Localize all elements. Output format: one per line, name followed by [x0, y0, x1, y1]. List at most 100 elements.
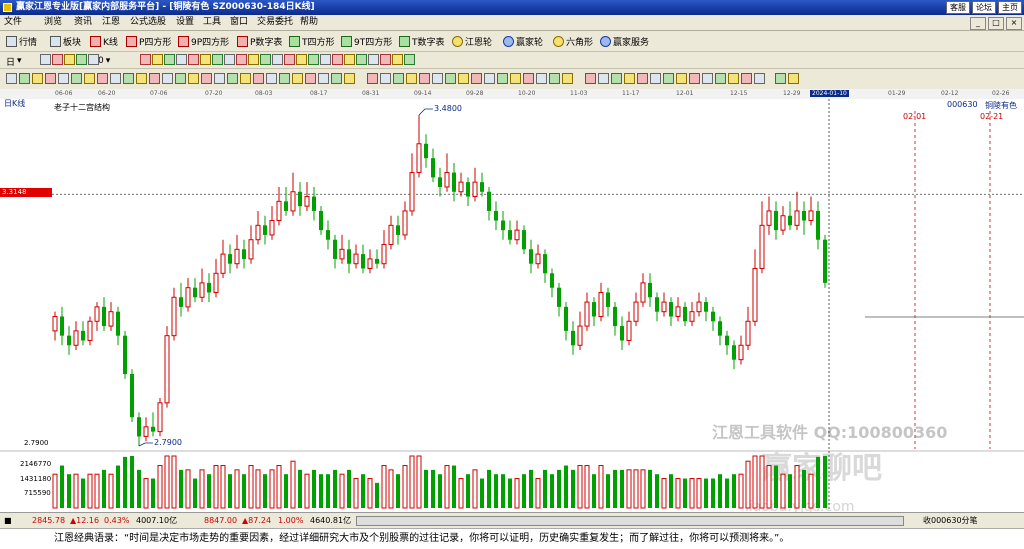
draw-tool-icon[interactable] — [123, 73, 134, 84]
tool-icon[interactable] — [236, 54, 247, 65]
link-forum[interactable]: 论坛 — [972, 1, 996, 14]
draw-tool-icon[interactable] — [253, 73, 264, 84]
draw-tool-icon[interactable] — [754, 73, 765, 84]
draw-tool-icon[interactable] — [149, 73, 160, 84]
draw-tool-icon[interactable] — [419, 73, 430, 84]
draw-tool-icon[interactable] — [585, 73, 596, 84]
draw-tool-icon[interactable] — [318, 73, 329, 84]
draw-tool-icon[interactable] — [110, 73, 121, 84]
tool-icon[interactable] — [296, 54, 307, 65]
count-dropdown[interactable]: 0 ▾ — [98, 54, 110, 68]
tool-icon[interactable] — [64, 54, 75, 65]
tool-icon[interactable] — [140, 54, 151, 65]
draw-tool-icon[interactable] — [136, 73, 147, 84]
p-number-table-button[interactable]: P数字表 — [237, 34, 282, 48]
gann-wheel-button[interactable]: 江恩轮 — [452, 34, 492, 48]
tool-icon[interactable] — [380, 54, 391, 65]
draw-tool-icon[interactable] — [32, 73, 43, 84]
sector-button[interactable]: 板块 — [50, 34, 81, 48]
draw-tool-icon[interactable] — [663, 73, 674, 84]
draw-tool-icon[interactable] — [393, 73, 404, 84]
draw-tool-icon[interactable] — [175, 73, 186, 84]
draw-tool-icon[interactable] — [201, 73, 212, 84]
draw-tool-icon[interactable] — [188, 73, 199, 84]
draw-tool-icon[interactable] — [97, 73, 108, 84]
draw-tool-icon[interactable] — [227, 73, 238, 84]
tool-icon[interactable] — [308, 54, 319, 65]
draw-tool-icon[interactable] — [331, 73, 342, 84]
menu-formula[interactable]: 公式选股 — [130, 15, 166, 30]
tool-icon[interactable] — [320, 54, 331, 65]
draw-tool-icon[interactable] — [637, 73, 648, 84]
draw-tool-icon[interactable] — [715, 73, 726, 84]
tool-icon[interactable] — [248, 54, 259, 65]
link-home[interactable]: 主页 — [998, 1, 1022, 14]
link-service[interactable]: 客服 — [946, 1, 970, 14]
menu-trade[interactable]: 交易委托 — [257, 15, 293, 30]
draw-tool-icon[interactable] — [19, 73, 30, 84]
draw-tool-icon[interactable] — [676, 73, 687, 84]
p-square-button[interactable]: P四方形 — [126, 34, 171, 48]
tool-icon[interactable] — [152, 54, 163, 65]
tool-icon[interactable] — [88, 54, 99, 65]
draw-tool-icon[interactable] — [702, 73, 713, 84]
draw-tool-icon[interactable] — [292, 73, 303, 84]
draw-tool-icon[interactable] — [523, 73, 534, 84]
draw-tool-icon[interactable] — [741, 73, 752, 84]
tool-icon[interactable] — [164, 54, 175, 65]
tool-icon[interactable] — [392, 54, 403, 65]
tool-icon[interactable] — [284, 54, 295, 65]
menu-window[interactable]: 窗口 — [230, 15, 248, 30]
draw-tool-icon[interactable] — [45, 73, 56, 84]
draw-tool-icon[interactable] — [214, 73, 225, 84]
draw-tool-icon[interactable] — [598, 73, 609, 84]
draw-tool-icon[interactable] — [497, 73, 508, 84]
draw-tool-icon[interactable] — [445, 73, 456, 84]
tool-icon[interactable] — [212, 54, 223, 65]
menu-gann[interactable]: 江恩 — [102, 15, 120, 30]
winner-service-button[interactable]: 赢家服务 — [600, 34, 649, 48]
tool-icon[interactable] — [368, 54, 379, 65]
quote-button[interactable]: 行情 — [6, 34, 37, 48]
draw-tool-icon[interactable] — [484, 73, 495, 84]
menu-settings[interactable]: 设置 — [176, 15, 194, 30]
draw-tool-icon[interactable] — [380, 73, 391, 84]
tool-icon[interactable] — [404, 54, 415, 65]
draw-tool-icon[interactable] — [367, 73, 378, 84]
9p-square-button[interactable]: 9P四方形 — [178, 34, 229, 48]
draw-tool-icon[interactable] — [549, 73, 560, 84]
candlestick-chart[interactable] — [0, 89, 1024, 511]
draw-tool-icon[interactable] — [71, 73, 82, 84]
draw-tool-icon[interactable] — [611, 73, 622, 84]
tick-data-label[interactable]: 收000630分笔 — [923, 513, 978, 529]
minimize-button[interactable]: _ — [970, 17, 986, 30]
tool-icon[interactable] — [344, 54, 355, 65]
draw-tool-icon[interactable] — [6, 73, 17, 84]
draw-tool-icon[interactable] — [471, 73, 482, 84]
period-dropdown[interactable]: 日 ▾ — [6, 54, 22, 68]
draw-tool-icon[interactable] — [562, 73, 573, 84]
tool-icon[interactable] — [40, 54, 51, 65]
draw-tool-icon[interactable] — [728, 73, 739, 84]
draw-tool-icon[interactable] — [406, 73, 417, 84]
tool-icon[interactable] — [188, 54, 199, 65]
winner-wheel-button[interactable]: 赢家轮 — [503, 34, 543, 48]
draw-tool-icon[interactable] — [344, 73, 355, 84]
menu-browse[interactable]: 浏览 — [44, 15, 62, 30]
t-number-table-button[interactable]: T数字表 — [399, 34, 445, 48]
maximize-button[interactable]: □ — [988, 17, 1004, 30]
hexagon-button[interactable]: 六角形 — [553, 34, 593, 48]
tool-icon[interactable] — [200, 54, 211, 65]
t-square-button[interactable]: T四方形 — [289, 34, 335, 48]
draw-tool-icon[interactable] — [84, 73, 95, 84]
draw-tool-icon[interactable] — [432, 73, 443, 84]
tool-icon[interactable] — [176, 54, 187, 65]
draw-tool-icon[interactable] — [689, 73, 700, 84]
menu-help[interactable]: 帮助 — [300, 15, 318, 30]
draw-tool-icon[interactable] — [266, 73, 277, 84]
draw-tool-icon[interactable] — [58, 73, 69, 84]
draw-tool-icon[interactable] — [624, 73, 635, 84]
draw-tool-icon[interactable] — [510, 73, 521, 84]
menu-file[interactable]: 文件 — [4, 15, 22, 30]
draw-tool-icon[interactable] — [650, 73, 661, 84]
